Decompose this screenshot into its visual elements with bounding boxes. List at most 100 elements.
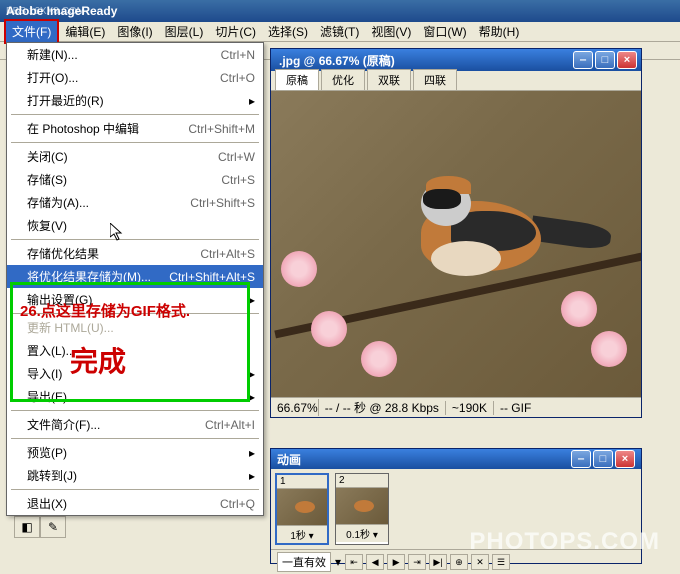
submenu-arrow-icon: ▸ [249, 293, 255, 307]
flower-shape [591, 331, 627, 367]
animation-frame[interactable]: 2 0.1秒 ▾ [335, 473, 389, 545]
menu-c[interactable]: 切片(C) [209, 21, 262, 42]
menu-h[interactable]: 帮助(H) [473, 21, 526, 42]
flower-shape [281, 251, 317, 287]
menu-t[interactable]: 滤镜(T) [314, 21, 365, 42]
menu-item-label: 存储优化结果 [27, 245, 188, 262]
panel-maximize-button[interactable]: □ [593, 450, 613, 468]
submenu-arrow-icon: ▸ [249, 469, 255, 483]
frame-thumbnail [277, 489, 327, 525]
menu-e[interactable]: 编辑(E) [59, 21, 111, 42]
menu-item-shortcut: Ctrl+Alt+I [205, 418, 255, 432]
menu-item[interactable]: 导入(I)▸ [7, 362, 263, 385]
frame-number: 2 [336, 474, 388, 488]
menubar: 文件(F)编辑(E)图像(I)图层(L)切片(C)选择(S)滤镜(T)视图(V)… [0, 22, 680, 42]
animation-frame[interactable]: 11秒 ▾ [275, 473, 329, 545]
menu-separator [11, 410, 259, 411]
menu-item-label: 存储为(A)... [27, 194, 178, 211]
animation-title: 动画 [277, 451, 569, 468]
minimize-button[interactable]: ‒ [573, 51, 593, 69]
anim-control-button[interactable]: ⇤ [345, 554, 363, 570]
maximize-button[interactable]: □ [595, 51, 615, 69]
imagemap-visibility-tool[interactable]: ◧ [14, 516, 40, 538]
bird-shape [530, 216, 613, 252]
menu-item[interactable]: 将优化结果存储为(M)...Ctrl+Shift+Alt+S [7, 265, 263, 288]
menu-item-shortcut: Ctrl+Alt+S [200, 247, 255, 261]
doc-tab[interactable]: 双联 [367, 69, 411, 90]
edit-in-photoshop-tool[interactable]: ✎ [40, 516, 66, 538]
download-rate[interactable]: -- / -- 秒 @ 28.8 Kbps [318, 399, 445, 416]
file-menu-dropdown: 新建(N)... Ctrl+N 打开(O)... Ctrl+O 打开最近的(R)▸ 在 P… [6, 42, 264, 516]
animation-panel: 动画 ‒ □ × 11秒 ▾20.1秒 ▾ 一直有效 ▾ ⇤◀▶⇥▶|⊕✕☰ [270, 448, 642, 564]
anim-control-button[interactable]: ◀ [366, 554, 384, 570]
submenu-arrow-icon: ▸ [249, 367, 255, 381]
anim-control-button[interactable]: ⇥ [408, 554, 426, 570]
menu-item[interactable]: 置入(L)... [7, 339, 263, 362]
anim-control-button[interactable]: ▶| [429, 554, 447, 570]
menu-v[interactable]: 视图(V) [365, 21, 417, 42]
menu-w[interactable]: 窗口(W) [417, 21, 472, 42]
menu-item[interactable]: 在 Photoshop 中编辑Ctrl+Shift+M [7, 117, 263, 140]
file-format: -- GIF [493, 401, 537, 415]
loop-selector[interactable]: 一直有效 [277, 552, 331, 572]
menu-item-shortcut: Ctrl+Shift+S [190, 196, 255, 210]
menu-item[interactable]: 导出(E)▸ [7, 385, 263, 408]
menu-f[interactable]: 文件(F) [4, 19, 59, 44]
document-titlebar[interactable]: .jpg @ 66.67% (原稿) ‒ □ × [271, 49, 641, 71]
menu-item-shortcut: Ctrl+O [220, 71, 255, 85]
menu-separator [11, 239, 259, 240]
anim-control-button[interactable]: ☰ [492, 554, 510, 570]
menu-item-label: 文件简介(F)... [27, 416, 193, 433]
menu-item[interactable]: 文件简介(F)... Ctrl+Alt+I [7, 413, 263, 436]
menu-item[interactable]: 新建(N)... Ctrl+N [7, 43, 263, 66]
anim-control-button[interactable]: ✕ [471, 554, 489, 570]
frame-delay[interactable]: 1秒 ▾ [277, 525, 327, 543]
menu-item-label: 跳转到(J) [27, 467, 249, 484]
menu-separator [11, 438, 259, 439]
frame-delay[interactable]: 0.1秒 ▾ [336, 524, 388, 542]
menu-item-label: 输出设置(G) [27, 291, 249, 308]
menu-s[interactable]: 选择(S) [262, 21, 314, 42]
menu-item[interactable]: 存储为(A)... Ctrl+Shift+S [7, 191, 263, 214]
document-statusbar: 66.67% -- / -- 秒 @ 28.8 Kbps ~190K -- GI… [271, 397, 641, 417]
menu-item[interactable]: 预览(P)▸ [7, 441, 263, 464]
menu-item[interactable]: 打开(O)... Ctrl+O [7, 66, 263, 89]
doc-tab[interactable]: 优化 [321, 69, 365, 90]
menu-item-label: 在 Photoshop 中编辑 [27, 120, 176, 137]
submenu-arrow-icon: ▸ [249, 390, 255, 404]
menu-item[interactable]: 存储(S)Ctrl+S [7, 168, 263, 191]
panel-minimize-button[interactable]: ‒ [571, 450, 591, 468]
dropdown-arrow-icon[interactable]: ▾ [335, 555, 341, 569]
menu-item-shortcut: Ctrl+S [221, 173, 255, 187]
menu-item[interactable]: 输出设置(G)▸ [7, 288, 263, 311]
menu-item-label: 预览(P) [27, 444, 249, 461]
anim-control-button[interactable]: ⊕ [450, 554, 468, 570]
flower-shape [311, 311, 347, 347]
menu-i[interactable]: 图像(I) [111, 21, 158, 42]
menu-item[interactable]: 存储优化结果 Ctrl+Alt+S [7, 242, 263, 265]
menu-item[interactable]: 跳转到(J)▸ [7, 464, 263, 487]
menu-item[interactable]: 打开最近的(R)▸ [7, 89, 263, 112]
doc-tab[interactable]: 原稿 [275, 69, 319, 90]
zoom-level[interactable]: 66.67% [277, 401, 318, 415]
bird-shape [423, 189, 461, 209]
menu-item-label: 新建(N)... [27, 46, 209, 63]
close-button[interactable]: × [617, 51, 637, 69]
menu-item[interactable]: 恢复(V) [7, 214, 263, 237]
bird-shape [431, 241, 501, 276]
menu-item-shortcut: Ctrl+N [221, 48, 255, 62]
app-titlebar: Adobe ImageReady [0, 0, 680, 22]
menu-item-shortcut: Ctrl+Shift+Alt+S [169, 270, 255, 284]
menu-l[interactable]: 图层(L) [159, 21, 210, 42]
anim-control-button[interactable]: ▶ [387, 554, 405, 570]
animation-titlebar[interactable]: 动画 ‒ □ × [271, 449, 641, 469]
menu-separator [11, 114, 259, 115]
submenu-arrow-icon: ▸ [249, 446, 255, 460]
doc-tab[interactable]: 四联 [413, 69, 457, 90]
panel-close-button[interactable]: × [615, 450, 635, 468]
menu-item[interactable]: 退出(X)Ctrl+Q [7, 492, 263, 515]
submenu-arrow-icon: ▸ [249, 94, 255, 108]
menu-item-label: 打开(O)... [27, 69, 208, 86]
menu-item[interactable]: 关闭(C)Ctrl+W [7, 145, 263, 168]
document-canvas[interactable] [271, 91, 641, 397]
